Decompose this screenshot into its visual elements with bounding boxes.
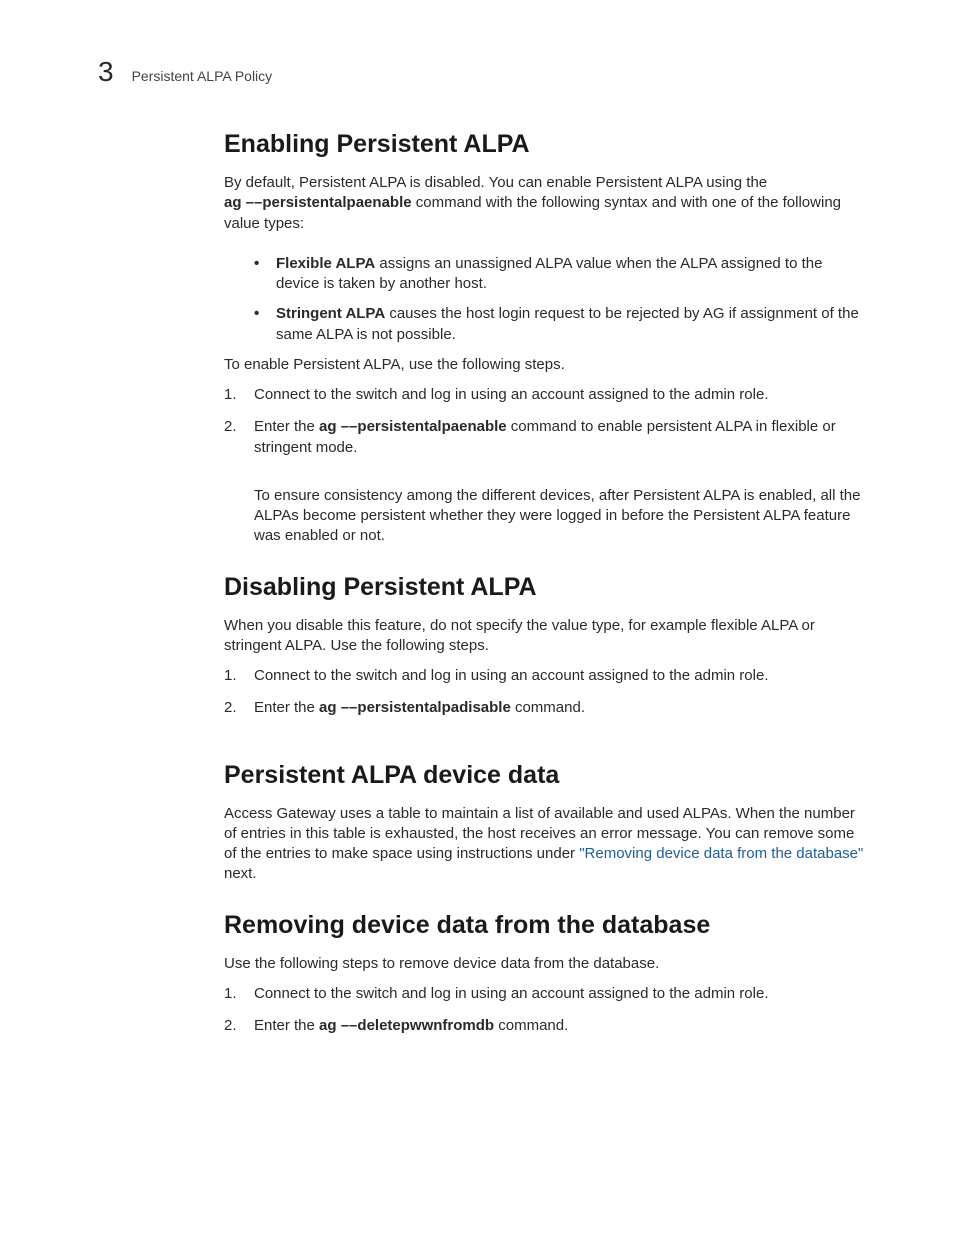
step-item: Connect to the switch and log in using a… xyxy=(224,984,868,1004)
step-item: Enter the ag ––deletepwwnfromdb command. xyxy=(224,1016,868,1036)
step-item: Enter the ag ––persistentalpaenable comm… xyxy=(224,417,868,458)
text: next. xyxy=(224,865,257,882)
heading-disabling: Disabling Persistent ALPA xyxy=(224,573,868,602)
enabling-intro: By default, Persistent ALPA is disabled.… xyxy=(224,173,868,234)
remove-steps: Connect to the switch and log in using a… xyxy=(224,984,868,1037)
device-data-body: Access Gateway uses a table to maintain … xyxy=(224,804,868,885)
term: Stringent ALPA xyxy=(276,305,385,322)
text: By default, Persistent ALPA is disabled.… xyxy=(224,174,767,191)
text: Enter the xyxy=(254,418,319,435)
disable-steps: Connect to the switch and log in using a… xyxy=(224,666,868,719)
text: Connect to the switch and log in using a… xyxy=(254,985,769,1002)
removing-intro: Use the following steps to remove device… xyxy=(224,954,868,974)
heading-device-data: Persistent ALPA device data xyxy=(224,761,868,790)
command-text: ag ––persistentalpaenable xyxy=(319,418,507,435)
enable-steps: Connect to the switch and log in using a… xyxy=(224,385,868,458)
text: Connect to the switch and log in using a… xyxy=(254,667,769,684)
command-text: ag ––persistentalpaenable xyxy=(224,194,412,211)
text: Connect to the switch and log in using a… xyxy=(254,386,769,403)
cross-ref-link[interactable]: "Removing device data from the database" xyxy=(579,845,863,862)
chapter-number: 3 xyxy=(98,56,114,88)
list-item: Stringent ALPA causes the host login req… xyxy=(254,304,868,345)
step-item: Enter the ag ––persistentalpadisable com… xyxy=(224,698,868,718)
heading-removing: Removing device data from the database xyxy=(224,911,868,940)
text: Enter the xyxy=(254,1017,319,1034)
text: To ensure consistency among the differen… xyxy=(254,487,860,545)
command-text: ag ––persistentalpadisable xyxy=(319,699,511,716)
list-item: Flexible ALPA assigns an unassigned ALPA… xyxy=(254,254,868,295)
command-text: ag ––deletepwwnfromdb xyxy=(319,1017,494,1034)
text: command. xyxy=(494,1017,568,1034)
step-item: Connect to the switch and log in using a… xyxy=(224,385,868,405)
text: Enter the xyxy=(254,699,319,716)
page-header: 3 Persistent ALPA Policy xyxy=(98,56,272,88)
term: Flexible ALPA xyxy=(276,255,375,272)
consistency-note: To ensure consistency among the differen… xyxy=(254,486,868,547)
value-type-list: Flexible ALPA assigns an unassigned ALPA… xyxy=(254,254,868,345)
text: command. xyxy=(511,699,585,716)
pre-steps-text: To enable Persistent ALPA, use the follo… xyxy=(224,355,868,375)
running-head: Persistent ALPA Policy xyxy=(132,68,273,84)
page-content: Enabling Persistent ALPA By default, Per… xyxy=(224,130,868,1048)
step-item: Connect to the switch and log in using a… xyxy=(224,666,868,686)
heading-enabling: Enabling Persistent ALPA xyxy=(224,130,868,159)
disabling-intro: When you disable this feature, do not sp… xyxy=(224,616,868,657)
